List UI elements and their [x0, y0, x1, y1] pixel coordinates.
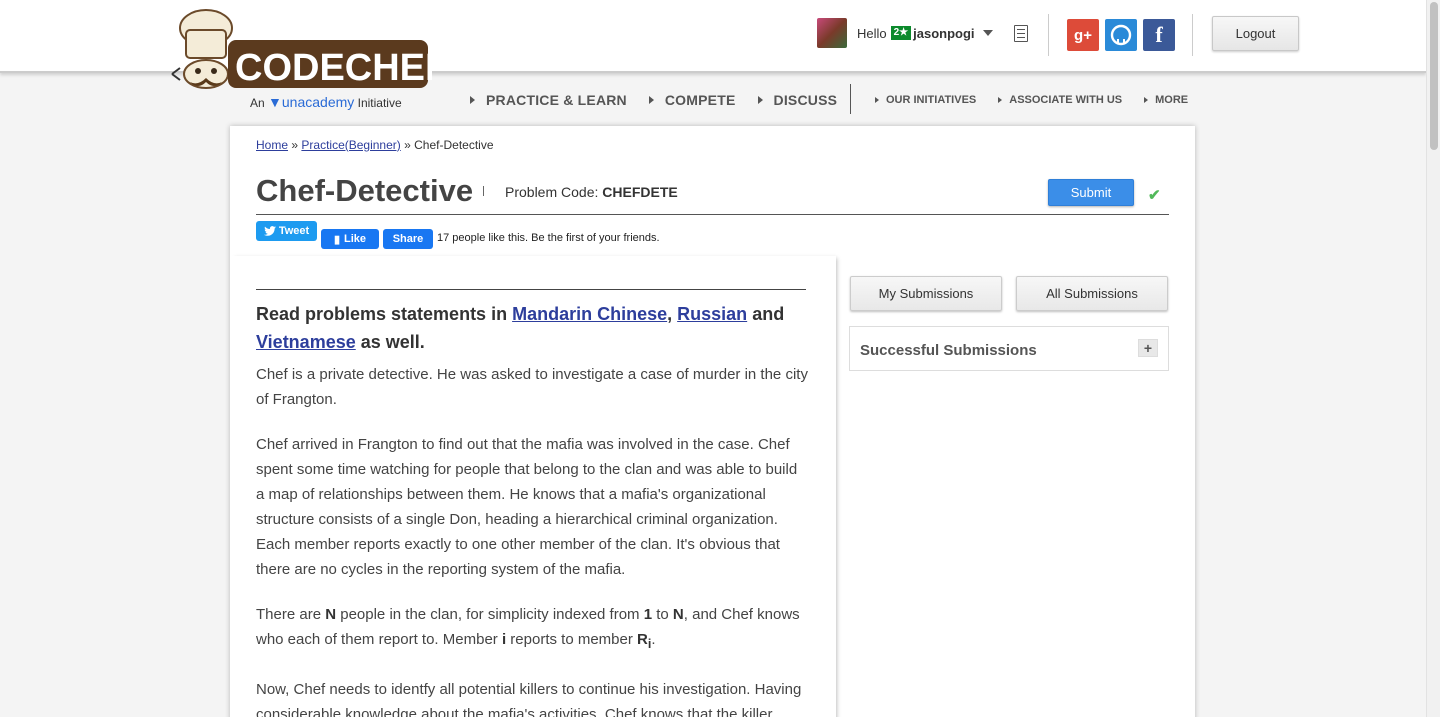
link-mandarin[interactable]: Mandarin Chinese [512, 304, 667, 324]
nav-our-initiatives[interactable]: OUR INITIATIVES [875, 94, 976, 106]
codechef-logo[interactable]: CODECHEF An ▼unacademy Initiative [170, 8, 432, 114]
nav-practice-learn[interactable]: PRACTICE & LEARN [470, 92, 627, 108]
successful-submissions-box: Successful Submissions + [849, 326, 1169, 371]
problem-panel: Home » Practice(Beginner) » Chef-Detecti… [230, 126, 1195, 717]
page-scrollbar[interactable] [1426, 0, 1440, 717]
tagline-suffix: Initiative [357, 96, 402, 110]
facebook-icon[interactable]: f [1143, 19, 1175, 51]
rating-badge: 2★ [890, 26, 912, 40]
title-divider [483, 186, 484, 196]
problem-code-label: Problem Code: [505, 184, 599, 200]
triangle-right-icon [1144, 97, 1149, 103]
tagline-prefix: An [250, 96, 265, 110]
nav-associate-with-us[interactable]: ASSOCIATE WITH US [998, 94, 1122, 106]
successful-submissions-label: Successful Submissions [860, 342, 1037, 359]
chef-hat-logo-icon: CODECHEF [171, 9, 432, 89]
nav-divider [850, 84, 851, 114]
header-divider [1048, 14, 1049, 56]
statement-paragraph: There are N people in the clan, for simp… [256, 606, 800, 651]
svg-text:CODECHEF: CODECHEF [235, 47, 432, 89]
breadcrumb-current: Chef-Detective [414, 138, 494, 152]
user-menu[interactable]: Hello 2★ jasonpogi [817, 18, 993, 48]
triangle-right-icon [470, 96, 475, 104]
link-russian[interactable]: Russian [677, 304, 747, 324]
problem-code-value: CHEFDETE [602, 184, 678, 200]
check-icon: ✔ [1148, 187, 1161, 204]
unacademy-tagline: An ▼unacademy Initiative [250, 94, 402, 110]
breadcrumb-separator: » [291, 138, 299, 152]
chevron-down-icon[interactable] [982, 30, 993, 36]
submit-button[interactable]: Submit [1048, 179, 1134, 206]
problem-code: Problem Code: CHEFDETE [505, 184, 678, 200]
statement-paragraph: Chef is a private detective. He was aske… [256, 366, 808, 408]
avatar[interactable] [817, 18, 847, 48]
page-title: Chef-Detective [256, 173, 474, 208]
triangle-right-icon [998, 97, 1003, 103]
breadcrumb-practice[interactable]: Practice(Beginner) [301, 138, 400, 152]
scrollbar-thumb[interactable] [1430, 2, 1438, 150]
breadcrumb-home[interactable]: Home [256, 138, 288, 152]
statement-paragraph: Chef arrived in Frangton to find out tha… [256, 436, 798, 578]
tweet-button[interactable]: Tweet [256, 221, 317, 241]
notes-icon[interactable] [1014, 25, 1028, 42]
nav-compete[interactable]: COMPETE [648, 92, 736, 108]
facebook-like-button[interactable]: ▮ Like [321, 229, 379, 249]
greeting-text: Hello [857, 25, 887, 41]
triangle-right-icon [875, 97, 879, 103]
greeting: Hello 2★ jasonpogi [857, 26, 993, 41]
nav-more[interactable]: MORE [1144, 94, 1188, 106]
top-header: CODECHEF An ▼unacademy Initiative Hello … [0, 0, 1426, 110]
logout-button[interactable]: Logout [1212, 16, 1299, 51]
nav-discuss[interactable]: DISCUSS [757, 92, 838, 108]
plus-icon[interactable]: + [1138, 339, 1158, 357]
title-rule [256, 214, 1169, 215]
all-submissions-button[interactable]: All Submissions [1016, 276, 1168, 311]
header-divider [1192, 14, 1193, 56]
breadcrumb-separator: » [404, 138, 411, 152]
thumbs-up-icon: ▮ [333, 233, 341, 246]
github-icon[interactable] [1105, 19, 1137, 51]
unacademy-logo: ▼unacademy [268, 94, 355, 110]
link-vietnamese[interactable]: Vietnamese [256, 332, 356, 352]
breadcrumb: Home » Practice(Beginner) » Chef-Detecti… [256, 138, 494, 152]
statement-paragraph: Now, Chef needs to identfy all potential… [256, 681, 802, 717]
my-submissions-button[interactable]: My Submissions [850, 276, 1002, 311]
statement-rule [256, 289, 806, 290]
secondary-nav: OUR INITIATIVES ASSOCIATE WITH US MORE [875, 86, 1210, 114]
problem-statement: Read problems statements in Mandarin Chi… [256, 300, 808, 717]
username[interactable]: jasonpogi [913, 26, 974, 41]
google-plus-icon[interactable]: g+ [1067, 19, 1099, 51]
like-count-text: 17 people like this. Be the first of you… [437, 232, 660, 244]
triangle-right-icon [757, 96, 763, 104]
facebook-share-button[interactable]: Share [383, 229, 433, 249]
translations-note: Read problems statements in Mandarin Chi… [256, 304, 785, 352]
main-nav: PRACTICE & LEARN COMPETE DISCUSS [470, 86, 859, 114]
triangle-right-icon [648, 96, 654, 104]
twitter-bird-icon [263, 226, 276, 236]
